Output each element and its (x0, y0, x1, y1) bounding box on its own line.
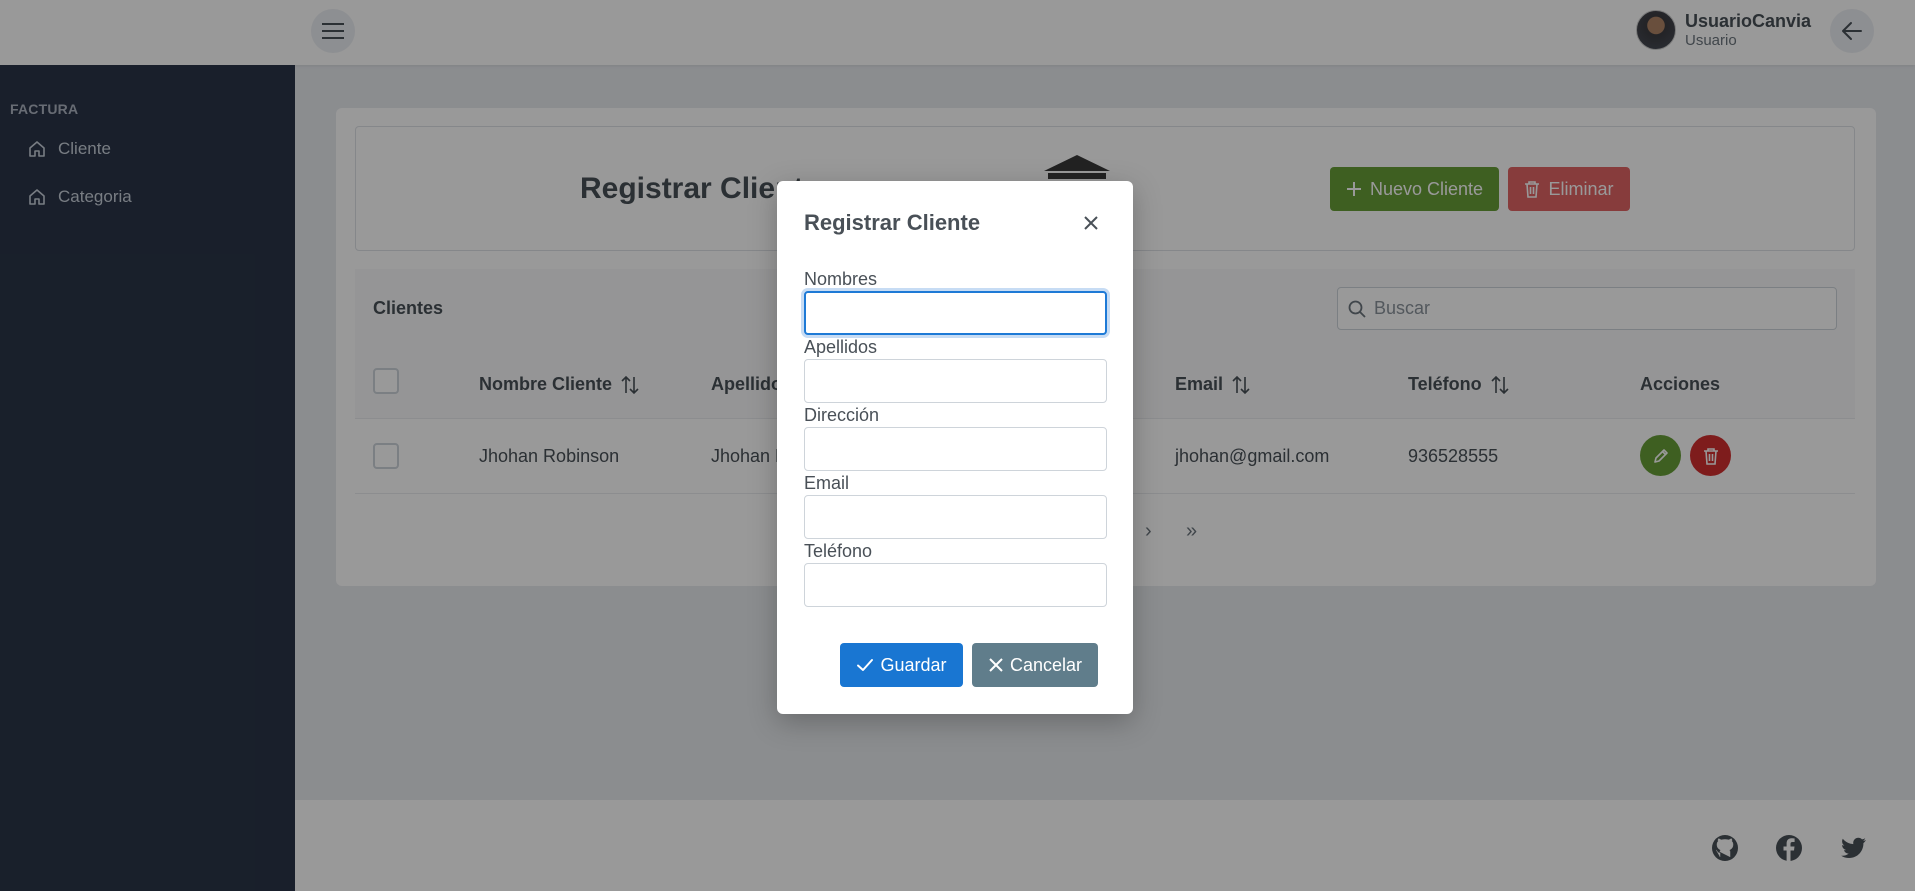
dialog-title: Registrar Cliente (804, 210, 981, 235)
apellidos-input[interactable] (804, 359, 1107, 403)
register-client-dialog: Registrar Cliente Nombres Apellidos Dire… (777, 181, 1133, 714)
close-icon (1084, 216, 1098, 230)
close-icon (989, 658, 1003, 672)
save-label: Guardar (880, 654, 947, 675)
cancel-button[interactable]: Cancelar (972, 643, 1098, 687)
field-label-direccion: Dirección (804, 405, 880, 425)
nombres-input[interactable] (804, 291, 1107, 335)
direccion-input[interactable] (804, 427, 1107, 471)
field-label-email: Email (804, 473, 850, 493)
dialog-close-button[interactable] (1075, 207, 1107, 239)
save-button[interactable]: Guardar (840, 643, 963, 687)
field-label-telefono: Teléfono (804, 541, 873, 561)
field-label-apellidos: Apellidos (804, 337, 878, 357)
check-icon (857, 659, 874, 671)
email-input[interactable] (804, 495, 1107, 539)
cancel-label: Cancelar (1009, 654, 1083, 675)
telefono-input[interactable] (804, 563, 1107, 607)
field-label-nombres: Nombres (804, 269, 878, 289)
